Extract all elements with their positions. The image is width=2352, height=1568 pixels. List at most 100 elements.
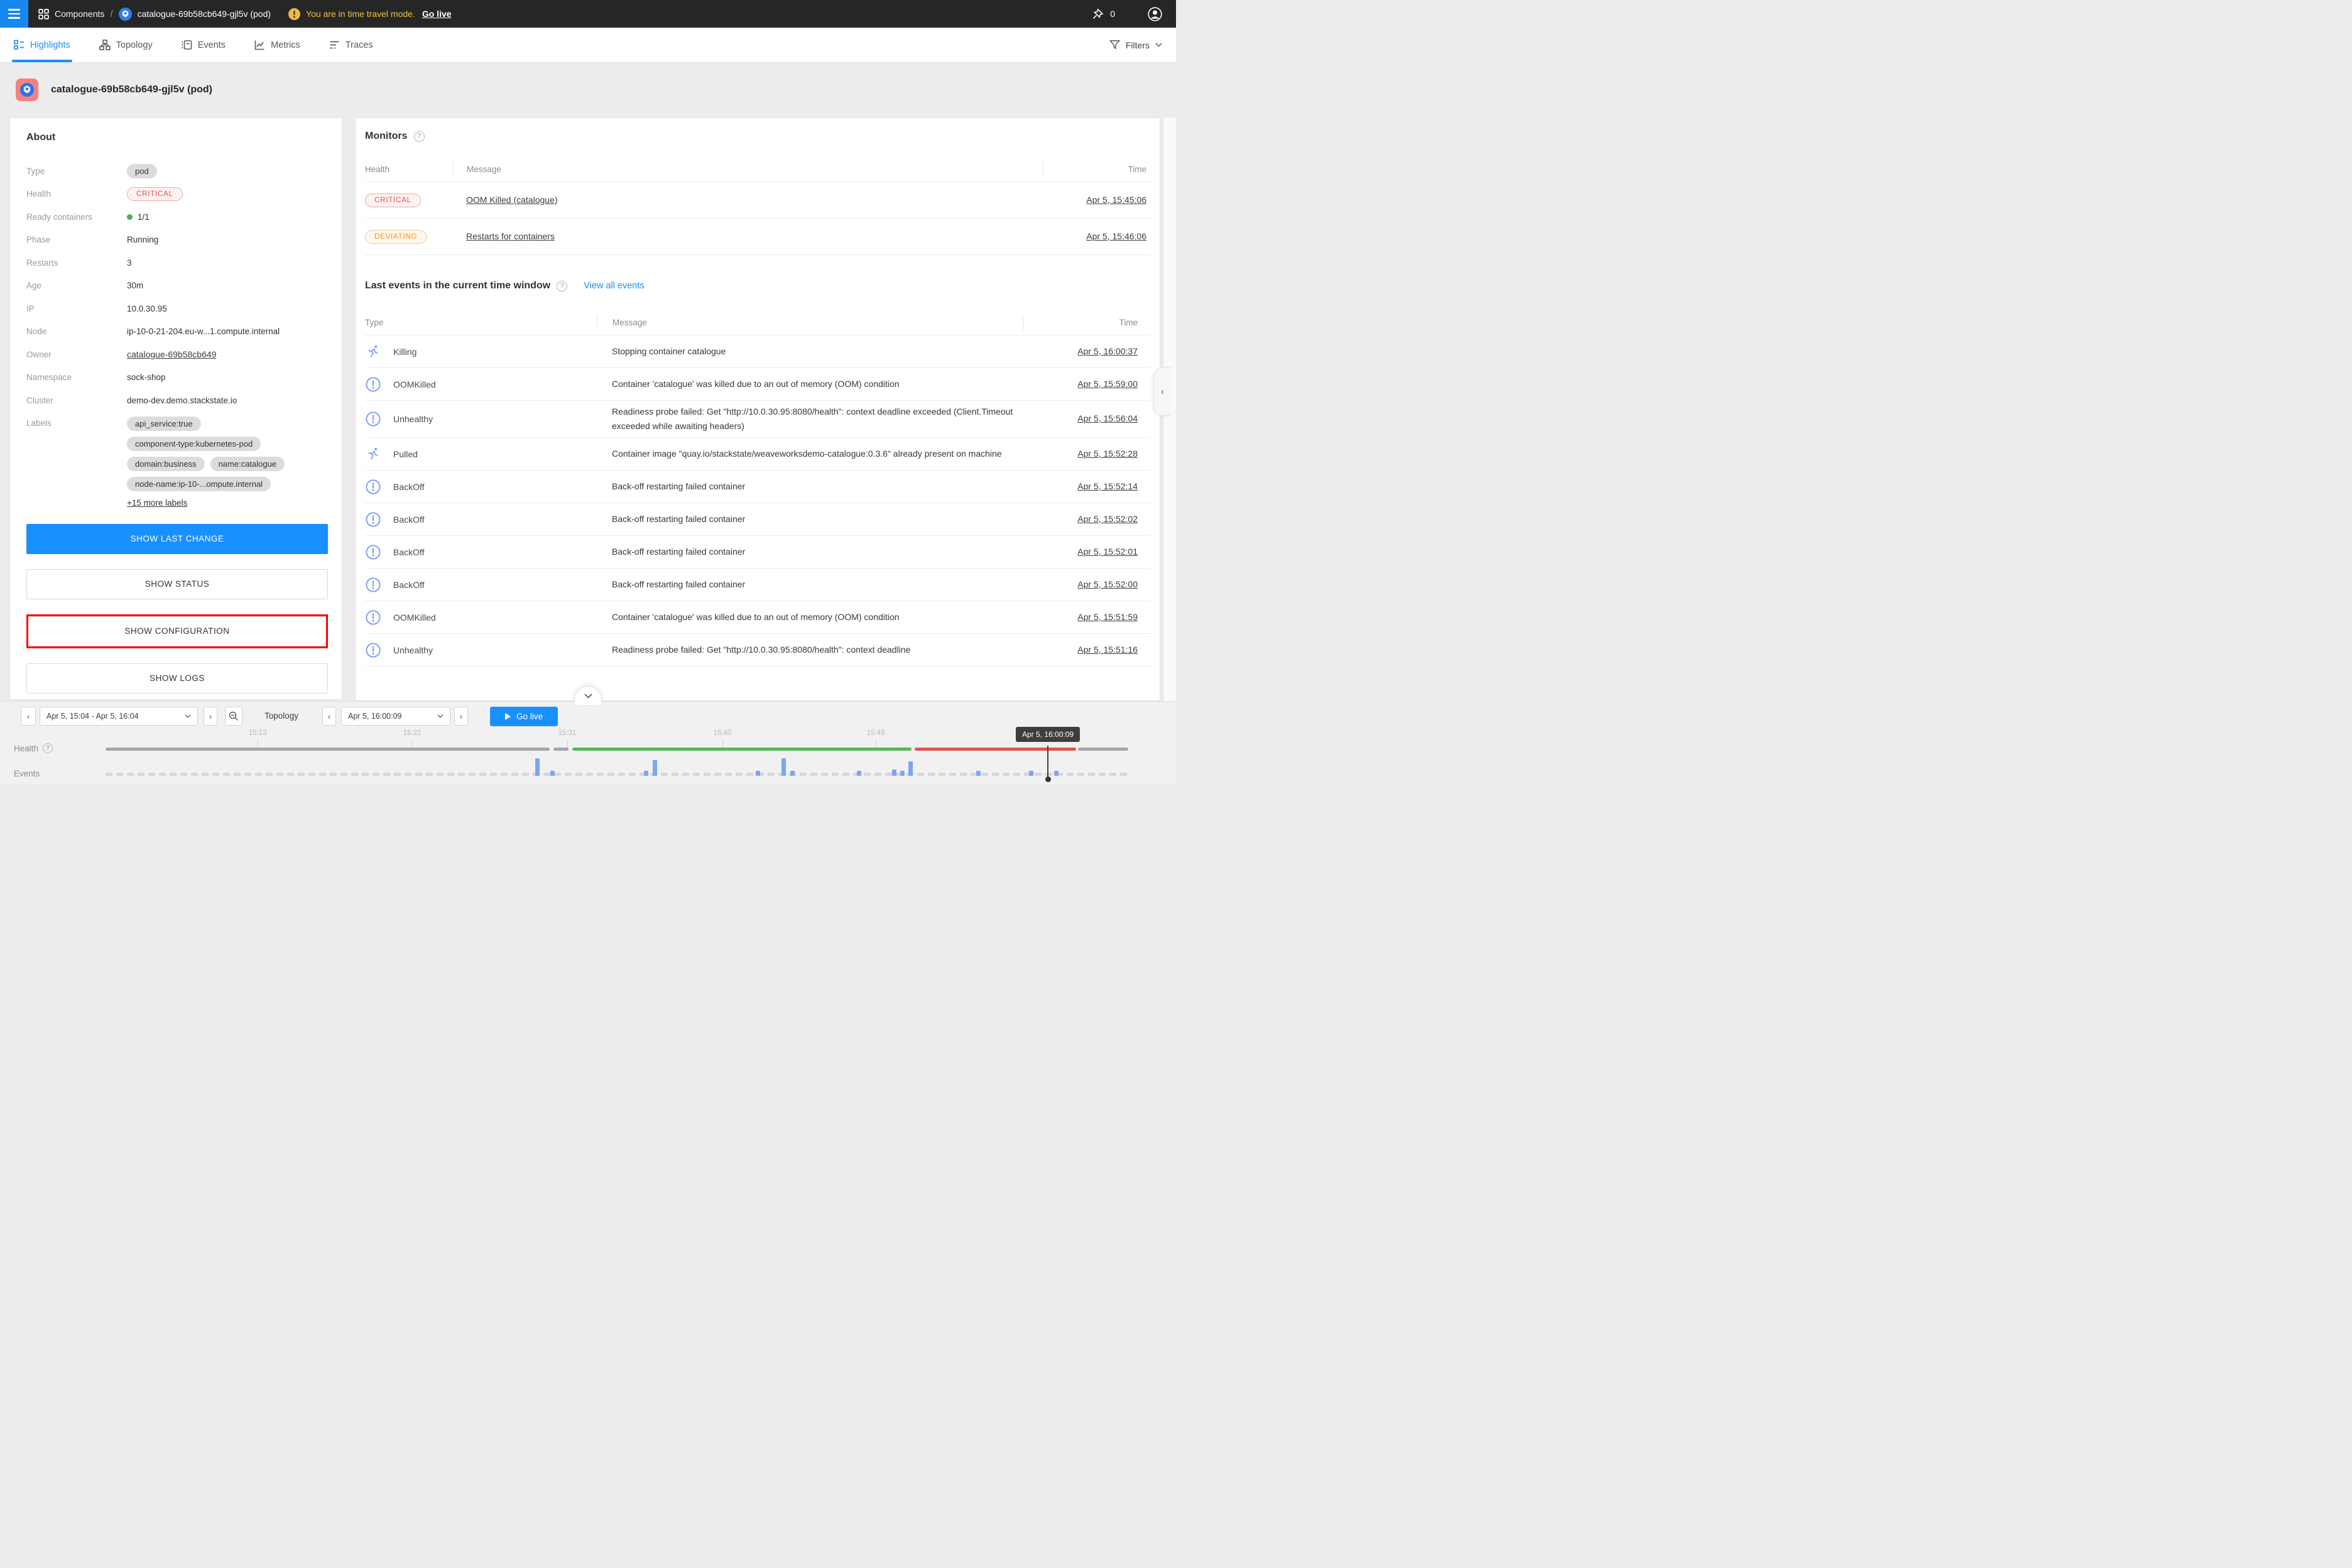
pod-icon [119, 8, 132, 21]
hamburger-menu-button[interactable] [0, 0, 28, 28]
event-time-link[interactable]: Apr 5, 15:59:00 [1077, 379, 1138, 389]
health-segment-unknown [106, 748, 550, 751]
breadcrumb-section: Components [55, 9, 104, 19]
tab-label: Highlights [30, 40, 70, 50]
breadcrumb[interactable]: Components [38, 9, 104, 19]
event-message: Back-off restarting failed container [612, 514, 745, 524]
tab-label: Traces [346, 40, 373, 50]
stackstate-app: Components / catalogue-69b58cb649-gjl5v … [0, 0, 1176, 784]
monitors-section-header: Monitors ? [365, 131, 1150, 142]
about-row-type: Type pod [26, 160, 328, 183]
event-time-link[interactable]: Apr 5, 15:56:04 [1077, 413, 1138, 423]
event-time-link[interactable]: Apr 5, 15:52:00 [1077, 579, 1138, 589]
event-count-bar [790, 771, 795, 776]
event-time-link[interactable]: Apr 5, 15:52:02 [1077, 514, 1138, 524]
axis-tick-label: 15:49 [867, 729, 885, 737]
owner-link[interactable]: catalogue-69b58cb649 [127, 349, 216, 359]
user-avatar[interactable] [1148, 7, 1162, 21]
metrics-icon [254, 40, 265, 50]
axis-tick-label: 15:31 [558, 729, 577, 737]
go-live-link[interactable]: Go live [422, 9, 452, 19]
range-prev-button[interactable]: ‹ [21, 707, 36, 726]
health-segment-unknown [1078, 748, 1128, 751]
event-type: BackOff [393, 580, 425, 590]
column-header-health: Health [365, 165, 453, 174]
event-alert-icon [365, 642, 381, 658]
show-configuration-button[interactable]: SHOW CONFIGURATION [28, 616, 326, 646]
type-chip: pod [127, 164, 157, 178]
event-type: Killing [393, 347, 416, 357]
filter-funnel-icon [1109, 40, 1120, 50]
pin-icon[interactable] [1092, 8, 1104, 20]
label-chip: domain:business [127, 457, 205, 471]
event-count-bar [908, 761, 913, 776]
tab-highlights[interactable]: Highlights [14, 28, 70, 62]
event-count-bar [644, 771, 648, 776]
filters-label: Filters [1126, 40, 1150, 50]
filters-button[interactable]: Filters [1109, 28, 1162, 62]
monitor-time-link[interactable]: Apr 5, 15:46:06 [1086, 231, 1146, 241]
event-alert-icon [365, 577, 381, 593]
about-row-restarts: Restarts 3 [26, 251, 328, 275]
monitor-time-link[interactable]: Apr 5, 15:45:06 [1086, 195, 1146, 205]
axis-tick-label: 15:40 [714, 729, 732, 737]
tab-topology[interactable]: Topology [99, 28, 153, 62]
event-alert-icon [365, 609, 381, 626]
label-chip: node-name:ip-10-...ompute.internal [127, 477, 271, 491]
event-runner-icon [365, 446, 381, 462]
events-icon [182, 40, 192, 50]
tab-traces[interactable]: Traces [329, 28, 373, 62]
about-row-owner: Owner catalogue-69b58cb649 [26, 343, 328, 366]
tab-events[interactable]: Events [182, 28, 226, 62]
event-time-link[interactable]: Apr 5, 15:52:28 [1077, 449, 1138, 459]
axis-tick-label: 15:13 [249, 729, 267, 737]
monitor-message-link[interactable]: OOM Killed (catalogue) [466, 195, 558, 205]
monitor-health-badge: DEVIATING [365, 230, 427, 244]
event-count-bar [756, 771, 760, 776]
event-row: PulledContainer image "quay.io/stackstat… [365, 438, 1150, 471]
event-type: OOMKilled [393, 379, 436, 389]
monitors-rows: CRITICAL OOM Killed (catalogue) Apr 5, 15:… [365, 182, 1150, 255]
show-last-change-button[interactable]: SHOW LAST CHANGE [26, 524, 328, 554]
column-header-message: Message [597, 316, 1023, 330]
event-time-link[interactable]: Apr 5, 16:00:37 [1077, 346, 1138, 356]
event-row: UnhealthyReadiness probe failed: Get "ht… [365, 634, 1150, 667]
more-labels-link[interactable]: +15 more labels [127, 498, 187, 508]
event-message: Stopping container catalogue [612, 346, 726, 356]
about-row-cluster: Cluster demo-dev.demo.stackstate.io [26, 389, 328, 412]
help-icon[interactable]: ? [557, 281, 567, 291]
view-all-events-link[interactable]: View all events [584, 281, 644, 291]
event-message: Container 'catalogue' was killed due to … [612, 379, 899, 389]
show-logs-button[interactable]: SHOW LOGS [26, 663, 328, 694]
time-marker-handle[interactable] [1045, 776, 1051, 782]
warning-icon [288, 8, 300, 20]
labels-chips: api_service:truecomponent-type:kubernete… [127, 412, 333, 491]
health-row-label: Health ? [14, 743, 53, 753]
event-count-bar [976, 771, 981, 776]
events-dash-track [106, 773, 1128, 776]
about-heading: About [26, 132, 328, 143]
event-time-link[interactable]: Apr 5, 15:51:59 [1077, 612, 1138, 622]
help-icon[interactable]: ? [43, 743, 53, 753]
event-time-link[interactable]: Apr 5, 15:52:14 [1077, 481, 1138, 491]
time-travel-warning: You are in time travel mode. Go live [288, 8, 451, 20]
show-status-button[interactable]: SHOW STATUS [26, 569, 328, 599]
event-count-bar [900, 771, 905, 776]
event-type: OOMKilled [393, 612, 436, 623]
components-grid-icon [38, 9, 49, 19]
event-message: Readiness probe failed: Get "http://10.0… [612, 406, 1013, 431]
breadcrumb-entity[interactable]: catalogue-69b58cb649-gjl5v (pod) [119, 8, 271, 21]
timeline-track[interactable]: 15:1315:2215:3115:4015:49Apr 5, 16:00:09 [106, 702, 1128, 784]
event-row: UnhealthyReadiness probe failed: Get "ht… [365, 401, 1150, 438]
event-time-link[interactable]: Apr 5, 15:51:16 [1077, 645, 1138, 655]
monitor-health-badge: CRITICAL [365, 193, 421, 207]
time-marker-line[interactable] [1047, 746, 1048, 778]
collapse-panel-handle[interactable]: ‹ [1153, 367, 1171, 416]
monitor-message-link[interactable]: Restarts for containers [466, 231, 555, 241]
health-segment-clear [572, 748, 912, 751]
tab-metrics[interactable]: Metrics [254, 28, 300, 62]
event-type: Unhealthy [393, 645, 433, 655]
help-icon[interactable]: ? [414, 131, 425, 142]
about-row-phase: Phase Running [26, 229, 328, 252]
event-time-link[interactable]: Apr 5, 15:52:01 [1077, 547, 1138, 557]
